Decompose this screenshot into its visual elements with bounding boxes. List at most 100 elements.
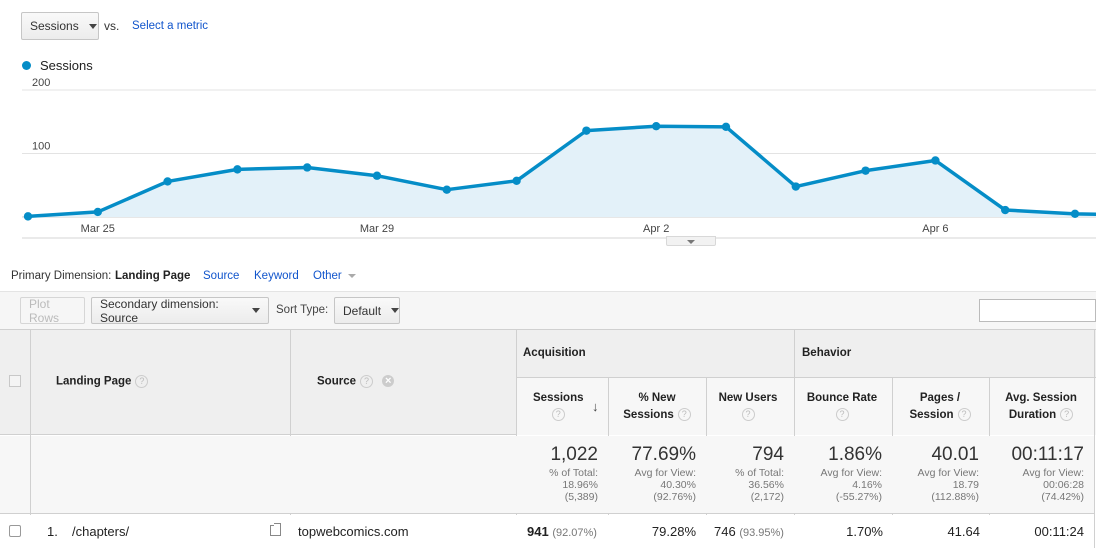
- help-icon[interactable]: ?: [957, 408, 971, 422]
- open-page-icon[interactable]: [270, 523, 281, 536]
- col-new-users[interactable]: New Users ?: [712, 390, 784, 424]
- chart-collapse-handle[interactable]: [666, 236, 716, 246]
- sort-type-select[interactable]: Default: [334, 297, 400, 324]
- data-point: [233, 165, 242, 174]
- col-landing-page-label: Landing Page: [56, 375, 132, 388]
- data-point: [791, 182, 800, 191]
- legend-dot-icon: [22, 61, 31, 70]
- col-sessions-label: Sessions: [533, 392, 584, 404]
- dimension-source[interactable]: Source: [203, 270, 239, 282]
- help-icon[interactable]: ?: [551, 408, 565, 422]
- row-landing-page[interactable]: /chapters/: [72, 524, 129, 539]
- total-bounce-rate: 1.86%: [828, 444, 882, 465]
- col-sessions[interactable]: Sessions ?: [533, 390, 584, 424]
- total-bounce-detail: Avg for View: 4.16% (-55.27%): [820, 467, 882, 503]
- row-new-users-value: 746: [714, 524, 736, 539]
- data-point: [1001, 205, 1010, 215]
- col-avg-session-duration[interactable]: Avg. Session Duration?: [995, 390, 1087, 424]
- table-row[interactable]: 1. /chapters/ topwebcomics.com 941 (92.0…: [0, 515, 1094, 549]
- select-metric-link[interactable]: Select a metric: [132, 20, 208, 32]
- select-all-checkbox[interactable]: [9, 375, 21, 387]
- data-point: [512, 176, 521, 186]
- data-point: [652, 121, 661, 131]
- col-pct-new-label: % New: [638, 392, 676, 404]
- dimension-other-label: Other: [313, 270, 342, 282]
- row-pct-new: 79.28%: [651, 524, 696, 539]
- total-pages-detail: Avg for View: 18.79 (112.88%): [917, 467, 979, 503]
- secondary-dimension-select[interactable]: Secondary dimension: Source: [91, 296, 269, 325]
- col-landing-page[interactable]: Landing Page?: [56, 375, 149, 388]
- data-point: [442, 185, 451, 194]
- data-point: [23, 212, 33, 221]
- vs-label: vs.: [104, 19, 120, 33]
- total-pages-session: 40.01: [931, 444, 979, 465]
- row-new-users-pct: (93.95%): [739, 527, 784, 539]
- table-search-input[interactable]: [979, 299, 1096, 322]
- help-icon[interactable]: ?: [135, 375, 149, 388]
- data-point: [303, 163, 312, 172]
- help-icon[interactable]: ?: [741, 408, 755, 422]
- legend-label: Sessions: [40, 58, 93, 73]
- help-icon[interactable]: ?: [835, 408, 849, 422]
- col-pages-label: Pages /: [919, 392, 961, 404]
- col-duration-label2: Duration: [1008, 409, 1057, 421]
- remove-dimension-icon[interactable]: ×: [382, 375, 395, 387]
- total-sessions: 1,022: [550, 444, 598, 465]
- row-pages-session: 41.64: [947, 524, 980, 539]
- metric-select[interactable]: Sessions: [21, 12, 99, 40]
- col-divider: [1094, 330, 1095, 548]
- help-icon[interactable]: ?: [677, 408, 691, 422]
- row-sessions-value: 941: [527, 524, 549, 539]
- row-bounce-rate: 1.70%: [846, 524, 883, 539]
- x-tick-label: Apr 6: [922, 223, 948, 235]
- help-icon[interactable]: ?: [1060, 408, 1074, 422]
- col-pages-session[interactable]: Pages / Session?: [898, 390, 982, 424]
- row-checkbox[interactable]: [9, 525, 21, 537]
- data-point: [163, 177, 172, 186]
- plot-rows-label: Plot Rows: [29, 296, 60, 325]
- y-tick-label: 100: [32, 141, 50, 153]
- chevron-down-icon: [687, 240, 695, 244]
- chevron-down-icon: [347, 273, 356, 278]
- total-pct-new: 77.69%: [631, 444, 696, 465]
- data-point: [1070, 209, 1080, 219]
- total-duration-detail: Avg for View: 00:06:28 (74.42%): [1022, 467, 1084, 503]
- x-tick-label: Mar 29: [360, 223, 394, 235]
- col-bounce-rate[interactable]: Bounce Rate ?: [801, 390, 883, 424]
- col-source[interactable]: Source? ×: [317, 375, 395, 388]
- chevron-down-icon: [252, 308, 260, 313]
- primary-dimension-label: Primary Dimension:: [11, 270, 112, 282]
- secondary-dimension-label: Secondary dimension: Source: [100, 296, 219, 325]
- dimension-landing-page[interactable]: Landing Page: [115, 270, 190, 282]
- col-source-label: Source: [317, 375, 356, 388]
- data-point: [372, 171, 382, 180]
- col-bounce-label: Bounce Rate: [806, 392, 878, 404]
- col-duration-label: Avg. Session: [1005, 392, 1077, 404]
- row-index: 1.: [47, 524, 58, 539]
- chevron-down-icon: [88, 23, 97, 29]
- col-pct-new-label2: Sessions: [623, 409, 674, 421]
- dimension-other[interactable]: Other: [313, 270, 356, 282]
- total-new-users: 794: [752, 444, 784, 465]
- sessions-chart: 200 100 Mar 25 Mar 29 Apr 2 Apr 6: [22, 78, 1096, 239]
- plot-rows-button[interactable]: Plot Rows: [20, 296, 85, 325]
- metric-select-label: Sessions: [30, 19, 79, 33]
- data-point: [93, 207, 103, 217]
- col-new-users-label: New Users: [718, 392, 778, 404]
- group-acquisition: Acquisition: [523, 347, 586, 359]
- help-icon[interactable]: ?: [360, 375, 373, 388]
- data-point: [861, 166, 870, 175]
- total-sessions-detail: % of Total: 18.96% (5,389): [549, 467, 598, 503]
- col-pct-new-sessions[interactable]: % New Sessions?: [617, 390, 697, 424]
- row-source[interactable]: topwebcomics.com: [298, 524, 409, 539]
- col-pages-label2: Session: [909, 409, 954, 421]
- row-new-users: 746 (93.95%): [714, 524, 784, 539]
- sort-desc-arrow-icon[interactable]: ↓: [592, 399, 599, 414]
- total-pct-new-detail: Avg for View: 40.30% (92.76%): [634, 467, 696, 503]
- data-point: [582, 126, 591, 135]
- row-sessions: 941 (92.07%): [527, 524, 597, 539]
- group-behavior: Behavior: [802, 347, 852, 359]
- row-avg-duration: 00:11:24: [1034, 524, 1084, 539]
- dimension-keyword[interactable]: Keyword: [254, 270, 299, 282]
- data-point: [931, 156, 940, 165]
